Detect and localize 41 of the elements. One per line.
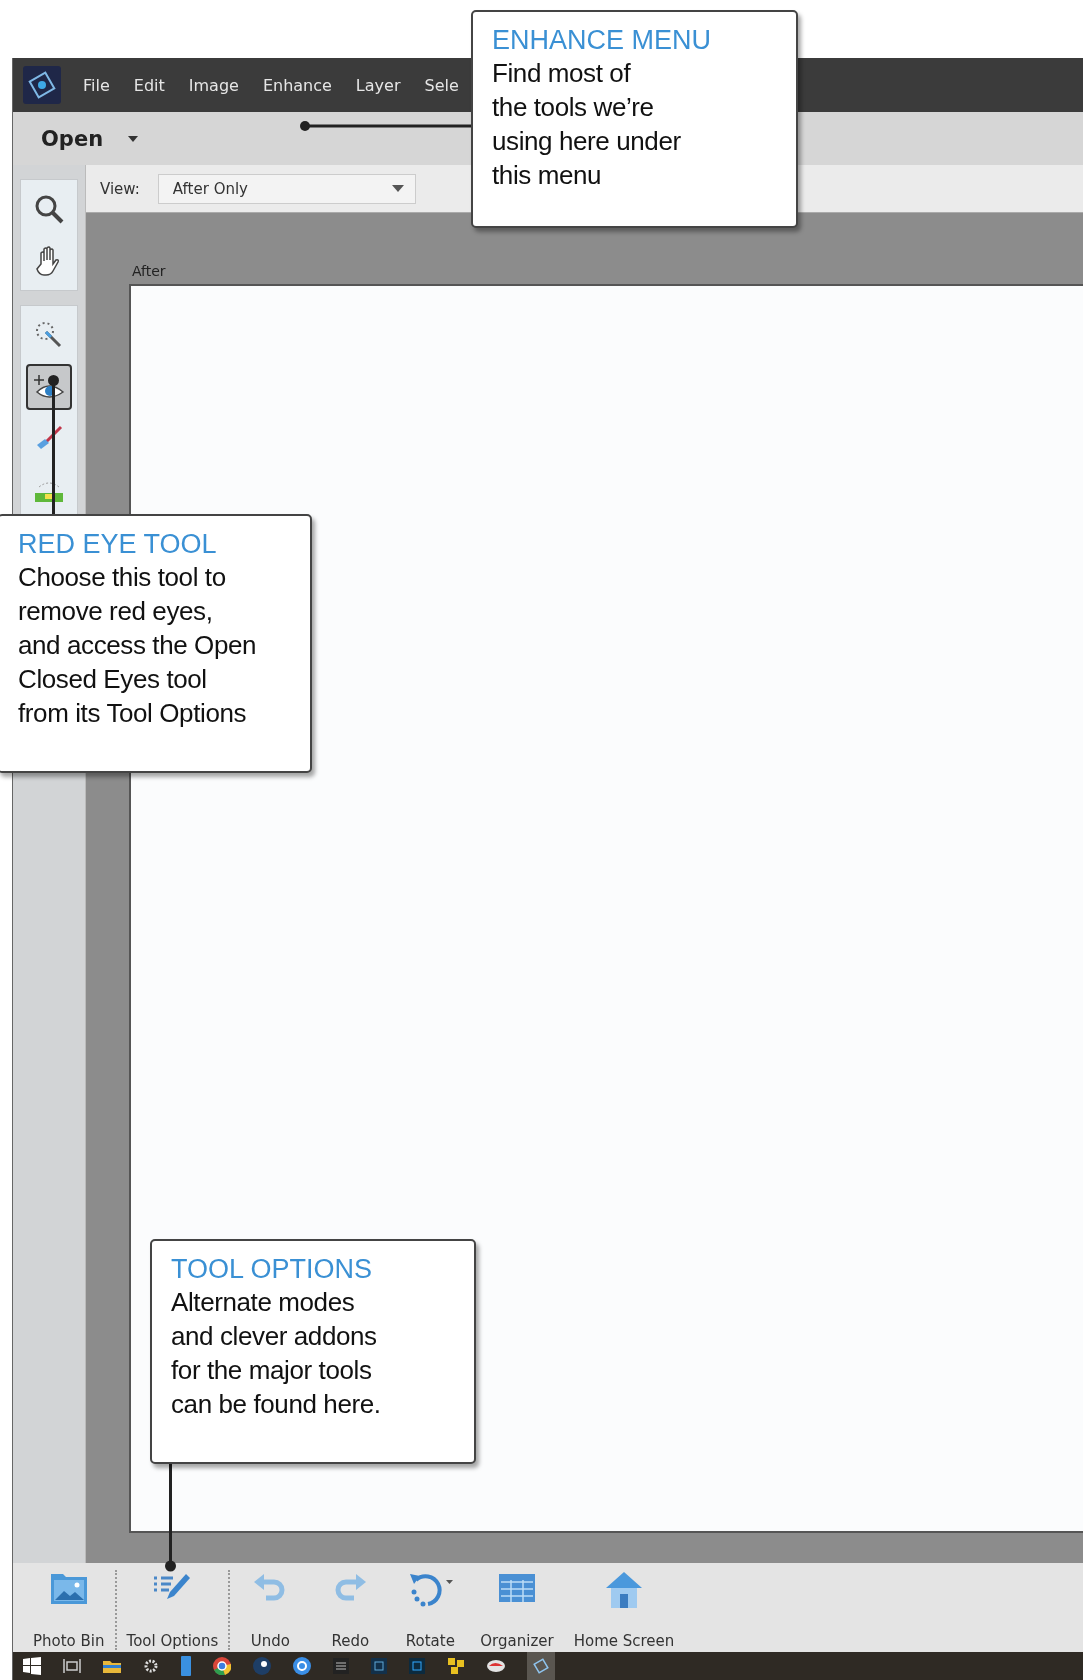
tool-options-button[interactable]: Tool Options (116, 1570, 231, 1650)
house-icon (604, 1570, 644, 1610)
callout-title: ENHANCE MENU (492, 24, 712, 56)
editor-taskbar-icon[interactable] (527, 1652, 555, 1680)
menu-item[interactable]: Edit (133, 75, 165, 95)
menu-item[interactable]: Sele (424, 75, 459, 95)
menu-item[interactable]: File (83, 75, 110, 95)
view-dropdown[interactable]: After Only (157, 173, 416, 204)
browser-icon[interactable] (213, 1657, 231, 1675)
undo-button[interactable]: Undo (230, 1570, 311, 1650)
puzzle-icon[interactable] (447, 1657, 465, 1675)
task-view-icon[interactable] (63, 1658, 81, 1674)
folder-icon[interactable] (103, 1659, 121, 1673)
app-logo-icon (23, 66, 61, 104)
app-square-icon[interactable] (409, 1658, 425, 1674)
app-logo-icon (533, 1658, 549, 1674)
eye-tool[interactable] (26, 364, 72, 410)
callout-title: TOOL OPTIONS (171, 1253, 373, 1285)
view-label: View: (100, 179, 140, 198)
redo-button[interactable]: Redo (310, 1570, 391, 1650)
canvas-label: After (132, 263, 167, 279)
callout-text: Find most of the tools we’re using here under this menu (492, 57, 681, 192)
gear-icon[interactable] (143, 1658, 159, 1674)
menu-item[interactable]: Layer (355, 75, 401, 95)
terminal-icon[interactable] (333, 1658, 349, 1674)
callout-text: Choose this tool to remove red eyes, and access the Open Closed Eyes tool from its Tool Options (18, 561, 257, 730)
search-icon (33, 193, 65, 225)
home-button[interactable]: Home Screen (563, 1570, 685, 1650)
menu-item[interactable]: Image (188, 75, 239, 95)
callout-text: Alternate modes and clever addons for the major tools can be found here. (171, 1286, 381, 1421)
mouse-icon[interactable] (487, 1659, 505, 1673)
photo-bin-button[interactable]: Photo Bin (23, 1570, 117, 1650)
open-button[interactable]: Open (41, 126, 140, 151)
caret-icon (127, 134, 140, 143)
organizer-button[interactable]: Organizer (470, 1570, 564, 1650)
rotate-button[interactable]: Rotate (390, 1570, 471, 1650)
caret-icon (390, 184, 405, 193)
menu-item[interactable]: Enhance (262, 75, 332, 95)
callout-title: RED EYE TOOL (18, 528, 217, 560)
app-square-icon[interactable] (371, 1658, 387, 1674)
windows-icon[interactable] (23, 1657, 41, 1675)
